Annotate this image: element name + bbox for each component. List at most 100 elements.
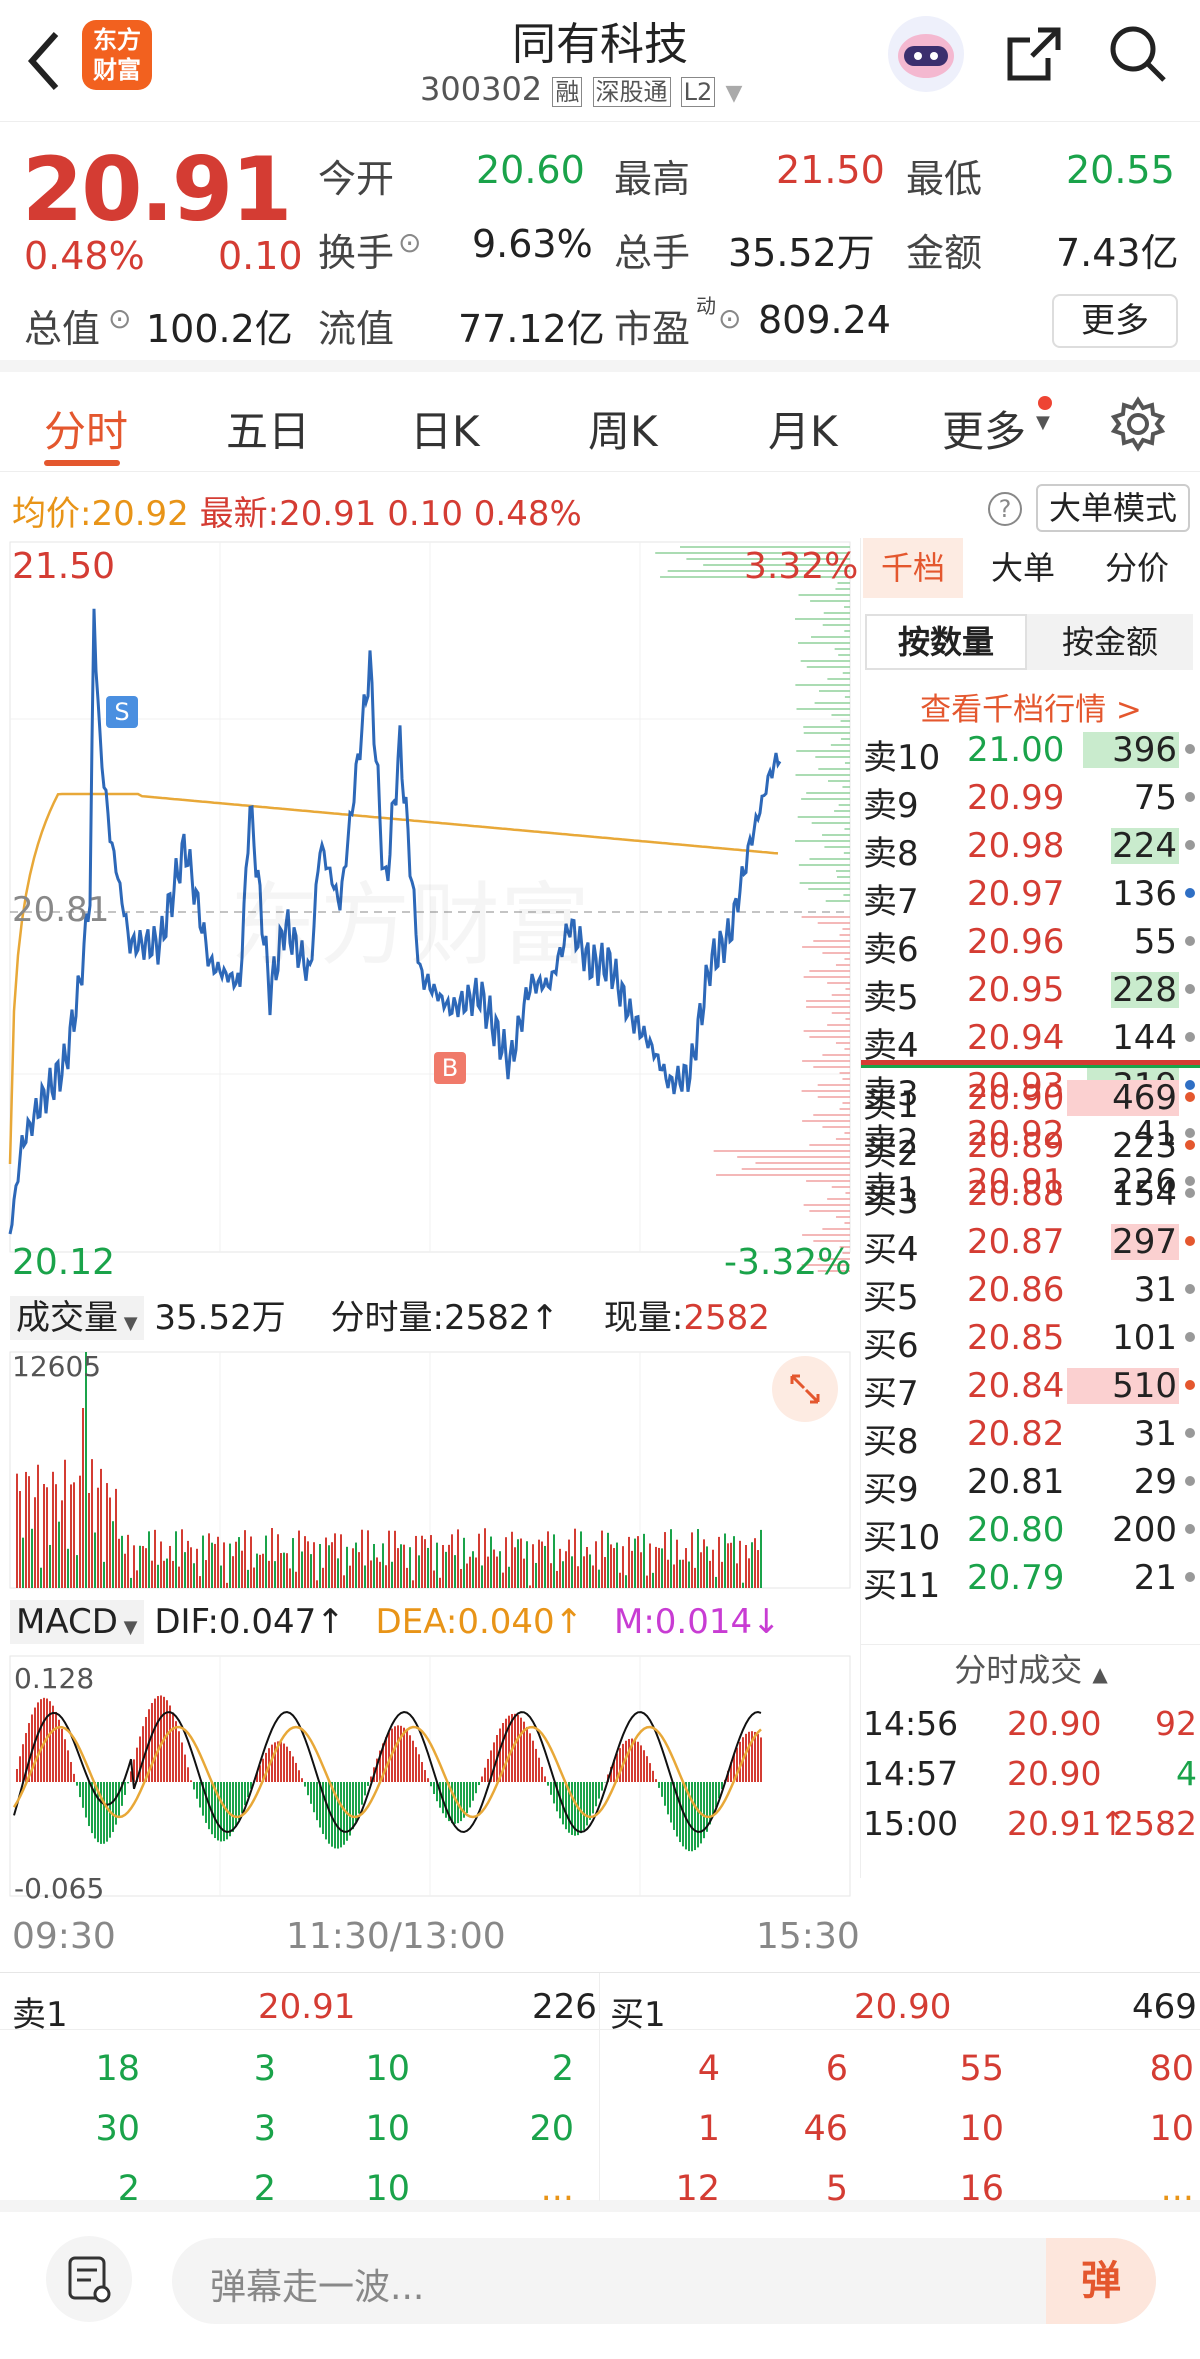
turnover-label: 换手 bbox=[318, 231, 395, 275]
danmu-button[interactable]: 弹 bbox=[1046, 2238, 1156, 2324]
active-tab-indicator bbox=[44, 460, 120, 466]
low-value: 20.55 bbox=[1066, 148, 1175, 192]
expand-icon[interactable] bbox=[772, 1356, 838, 1422]
bid-dot bbox=[1185, 1284, 1195, 1294]
bid-price: 20.89 bbox=[967, 1126, 1065, 1166]
danmu-placeholder: 弹幕走一波... bbox=[210, 2267, 425, 2308]
bid-row: 买5 20.86 31 bbox=[861, 1266, 1200, 1318]
deal-row: 14:57 20.90 4 bbox=[861, 1754, 1200, 1804]
buy-header-price: 20.90 bbox=[854, 1987, 952, 2027]
deal-row: 15:00 20.91 ↑ 2582 bbox=[861, 1804, 1200, 1854]
deals-header[interactable]: 分时成交 ▲ bbox=[861, 1644, 1200, 1696]
bid-label: 买7 bbox=[863, 1374, 919, 1414]
notification-dot bbox=[1038, 396, 1052, 410]
deal-time: 15:00 bbox=[863, 1804, 959, 1843]
amount-label: 金额 bbox=[906, 231, 983, 275]
period-tabs: 分时 五日 日K 周K 月K 更多 ▼ bbox=[0, 372, 1200, 472]
volume-max-label: 12605 bbox=[12, 1350, 102, 1383]
bid-label: 买3 bbox=[863, 1182, 919, 1222]
macd-max-label: 0.128 bbox=[14, 1662, 95, 1695]
tab-intraday[interactable]: 分时 bbox=[44, 398, 128, 459]
info-icon[interactable]: ⊙ bbox=[108, 302, 131, 335]
bid-row: 买3 20.88 154 bbox=[861, 1170, 1200, 1222]
bid-volume: 154 bbox=[1112, 1174, 1177, 1214]
chevron-down-icon[interactable]: ▼ bbox=[725, 81, 742, 106]
float-value: 77.12亿 bbox=[458, 307, 605, 351]
volume-selector[interactable]: 成交量 ▼ bbox=[10, 1296, 144, 1340]
bid-volume: 200 bbox=[1112, 1510, 1177, 1550]
tab-daily-k[interactable]: 日K bbox=[410, 398, 480, 459]
open-label: 今开 bbox=[318, 157, 395, 201]
bottom-bar: 弹幕走一波... 弹 bbox=[0, 2212, 1200, 2359]
volume-value: 35.52万 bbox=[728, 231, 875, 275]
bid-volume: 101 bbox=[1112, 1318, 1177, 1358]
notes-icon[interactable] bbox=[46, 2236, 132, 2322]
chevron-up-icon: ▲ bbox=[1092, 1662, 1108, 1686]
buy-tick: 4 bbox=[697, 2049, 720, 2089]
deal-row: 14:56 20.90 92 bbox=[861, 1704, 1200, 1754]
more-button[interactable]: 更多 bbox=[1052, 294, 1178, 348]
tab-five-day[interactable]: 五日 bbox=[226, 398, 310, 459]
header-divider bbox=[0, 2029, 1200, 2030]
bid-price: 20.80 bbox=[967, 1510, 1065, 1550]
high-label: 最高 bbox=[614, 157, 691, 201]
tag-l2: L2 bbox=[680, 77, 716, 107]
bid-dot bbox=[1185, 1092, 1195, 1102]
bid-volume: 510 bbox=[1112, 1366, 1177, 1406]
bid-dot bbox=[1185, 1476, 1195, 1486]
big-order-mode-button[interactable]: 大单模式 bbox=[1036, 484, 1190, 532]
robot-avatar-icon[interactable] bbox=[888, 16, 964, 92]
volume-total: 35.52万 bbox=[154, 1298, 286, 1338]
bid-volume: 297 bbox=[1112, 1222, 1177, 1262]
mcap-value: 100.2亿 bbox=[146, 307, 293, 351]
bid-row: 买8 20.82 31 bbox=[861, 1410, 1200, 1462]
bid-volume: 469 bbox=[1112, 1078, 1177, 1118]
info-icon[interactable]: ⊙ bbox=[718, 302, 741, 335]
tab-monthly-k[interactable]: 月K bbox=[768, 398, 838, 459]
deal-time: 14:56 bbox=[863, 1704, 959, 1743]
time-end: 15:30 bbox=[756, 1916, 860, 1957]
y-min-label: 20.12 bbox=[12, 1242, 116, 1283]
bid-row: 买6 20.85 101 bbox=[861, 1314, 1200, 1366]
bid-price: 20.87 bbox=[967, 1222, 1065, 1262]
bid-price: 20.90 bbox=[967, 1078, 1065, 1118]
price-grid bbox=[9, 541, 851, 1897]
bid-label: 买11 bbox=[863, 1566, 941, 1606]
sell-header-total: 226 bbox=[532, 1987, 597, 2027]
bid-label: 买2 bbox=[863, 1134, 919, 1174]
order-depth-bars bbox=[655, 546, 850, 1272]
pct-min-label: -3.32% bbox=[724, 1242, 852, 1283]
bid-row: 买2 20.89 223 bbox=[861, 1122, 1200, 1174]
macd-selector[interactable]: MACD ▼ bbox=[10, 1600, 144, 1644]
sell-tick: 10 bbox=[365, 2109, 410, 2149]
pct-max-label: 3.32% bbox=[744, 546, 859, 587]
macd-header: MACD ▼ DIF:0.047↑ DEA:0.040↑ M:0.014↓ bbox=[10, 1600, 781, 1644]
mid-price-label: 20.81 bbox=[12, 890, 110, 930]
tab-weekly-k[interactable]: 周K bbox=[588, 398, 658, 459]
danmu-input[interactable]: 弹幕走一波... bbox=[172, 2238, 1156, 2324]
search-icon[interactable] bbox=[1106, 22, 1170, 86]
tag-rong: 融 bbox=[552, 77, 583, 107]
tab-more[interactable]: 更多 bbox=[942, 398, 1026, 459]
help-icon[interactable]: ? bbox=[988, 492, 1022, 526]
danmu-button-label: 弹 bbox=[1081, 2258, 1121, 2304]
share-icon[interactable] bbox=[1004, 24, 1064, 84]
sell-tick: 30 bbox=[95, 2109, 140, 2149]
bid-row: 买10 20.80 200 bbox=[861, 1506, 1200, 1558]
sell-tick: 10 bbox=[365, 2049, 410, 2089]
buy-header-total: 469 bbox=[1132, 1987, 1197, 2027]
mcap-label: 总值 bbox=[24, 307, 101, 351]
deal-price: 20.90 bbox=[1007, 1704, 1102, 1743]
sell-tick: 3 bbox=[253, 2049, 276, 2089]
sell-tick: 2 bbox=[253, 2169, 276, 2209]
gear-icon[interactable] bbox=[1110, 396, 1166, 452]
sell-header-price: 20.91 bbox=[258, 1987, 356, 2027]
bid-price: 20.82 bbox=[967, 1414, 1065, 1454]
deal-price: 20.91 bbox=[1007, 1804, 1102, 1843]
buy-tick: ... bbox=[1160, 2169, 1194, 2209]
orderbook-panel: 千档 大单 分价 按数量 按金额 查看千档行情 > 卖10 21.00 396 卖9 2… bbox=[860, 538, 1200, 1878]
macd-min-label: -0.065 bbox=[14, 1872, 105, 1905]
bid-row: 买11 20.79 21 bbox=[861, 1554, 1200, 1606]
stock-code: 300302 bbox=[420, 70, 543, 108]
info-icon[interactable]: ⊙ bbox=[398, 226, 421, 259]
